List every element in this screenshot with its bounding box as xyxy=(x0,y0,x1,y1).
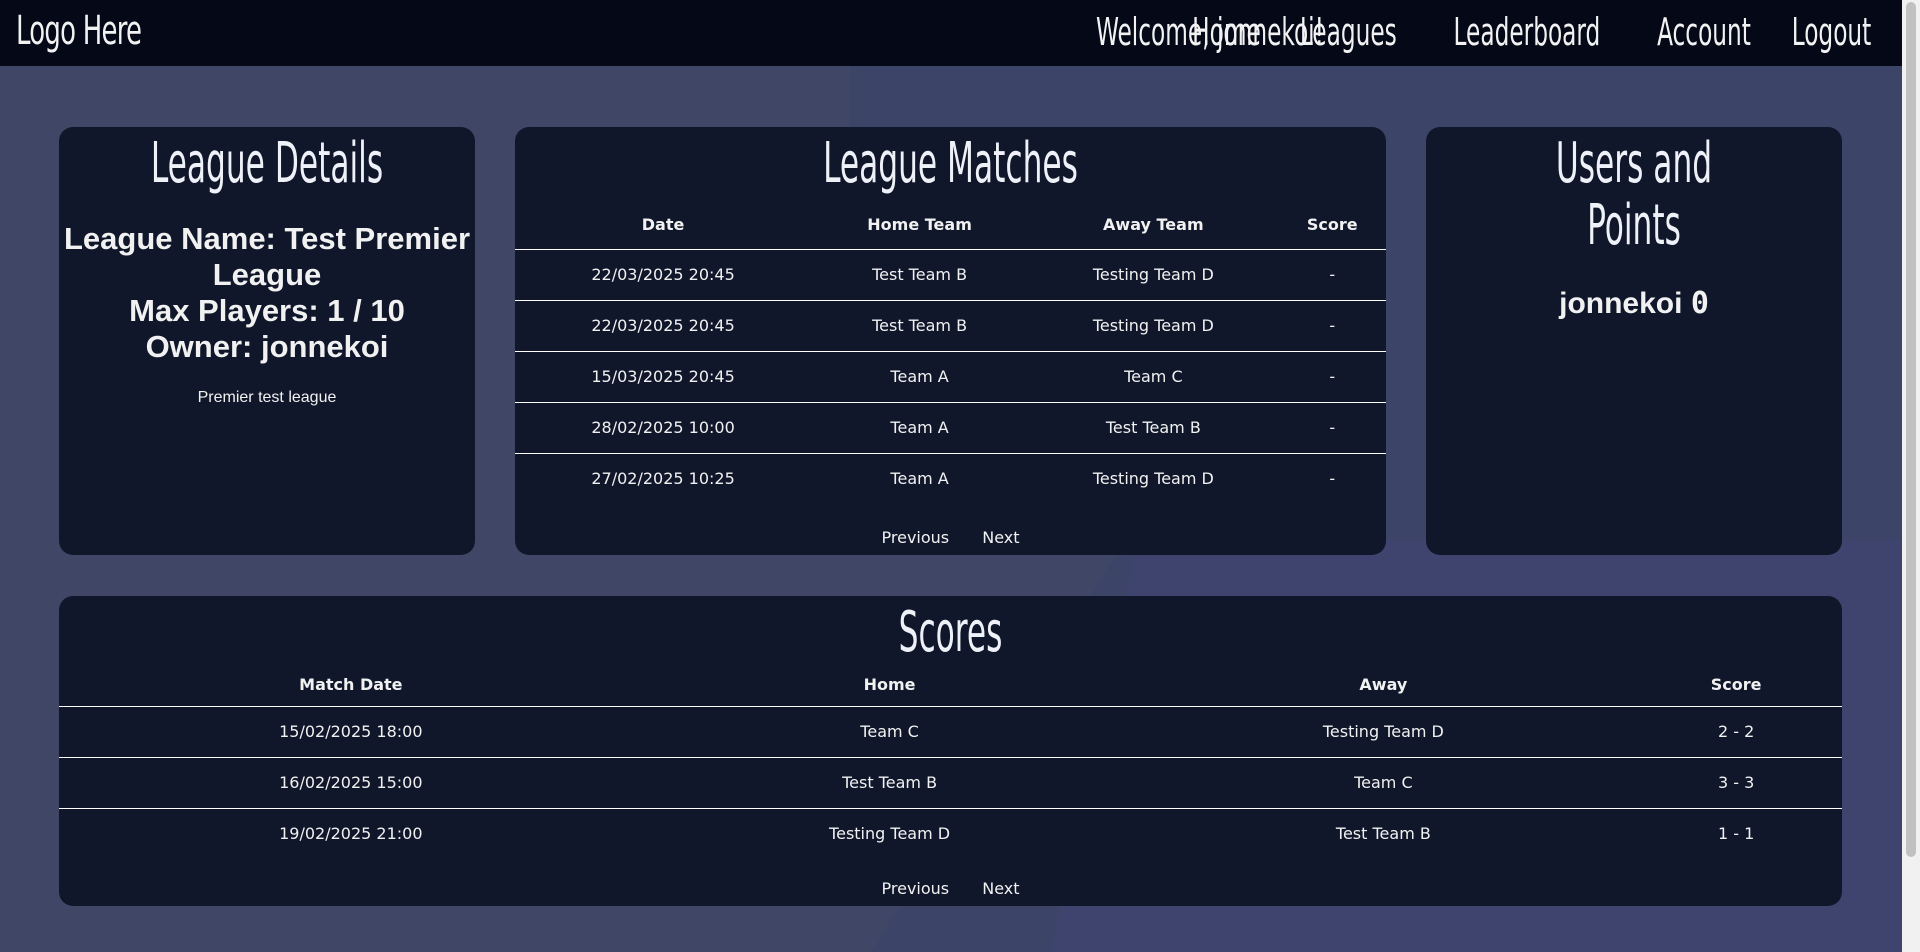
league-max-players: Max Players: 1 / 10 xyxy=(129,292,405,328)
league-matches-table: Date Home Team Away Team Score 22/03/202… xyxy=(515,201,1386,504)
score-away-team: Testing Team D xyxy=(1136,705,1631,758)
score-match-date: 16/02/2025 15:00 xyxy=(59,756,643,809)
score-away-team: Team C xyxy=(1136,756,1631,809)
users-and-points-panel: Users and Points jonnekoi 0 xyxy=(1426,127,1842,555)
score-match-date: 15/02/2025 18:00 xyxy=(59,705,643,758)
matches-previous-button[interactable]: Previous xyxy=(882,528,950,547)
column-header-home: Home xyxy=(863,675,916,695)
match-score: - xyxy=(1278,299,1386,352)
match-away-team: Test Team B xyxy=(1028,401,1279,454)
match-score: - xyxy=(1278,401,1386,454)
league-name: League Name: Test Premier League xyxy=(63,220,471,292)
score-result: 3 - 3 xyxy=(1630,756,1842,809)
league-description: Premier test league xyxy=(197,388,337,406)
score-match-date: 19/02/2025 21:00 xyxy=(59,807,643,859)
table-row: 22/03/2025 20:45 Test Team B Testing Tea… xyxy=(515,248,1386,301)
score-home-team: Testing Team D xyxy=(642,807,1137,859)
score-home-team: Test Team B xyxy=(642,756,1137,809)
match-away-team: Team C xyxy=(1028,350,1279,403)
user-name: jonnekoi xyxy=(1559,287,1683,321)
scores-panel: Scores Match Date Home Away Score 15/02/… xyxy=(59,596,1842,906)
column-header-score: Score xyxy=(1306,215,1358,235)
scrollbar-thumb[interactable] xyxy=(1906,2,1916,857)
column-header-score: Score xyxy=(1710,675,1762,695)
league-owner: Owner: jonnekoi xyxy=(145,328,389,364)
match-home-team: Team A xyxy=(811,350,1029,403)
scores-pagination: Previous Next xyxy=(59,879,1842,898)
match-home-team: Team A xyxy=(811,401,1029,454)
score-result: 1 - 1 xyxy=(1630,807,1842,859)
match-home-team: Team A xyxy=(811,452,1029,504)
table-row: 15/02/2025 18:00 Team C Testing Team D 2… xyxy=(59,705,1842,758)
score-away-team: Test Team B xyxy=(1136,807,1631,859)
match-away-team: Testing Team D xyxy=(1028,248,1279,301)
scores-previous-button[interactable]: Previous xyxy=(882,879,950,898)
match-away-team: Testing Team D xyxy=(1028,452,1279,504)
nav-leaderboard-link[interactable]: Leaderboard xyxy=(1454,10,1601,54)
matches-next-button[interactable]: Next xyxy=(982,528,1019,547)
column-header-match-date: Match Date xyxy=(299,675,403,695)
league-matches-title: League Matches xyxy=(823,131,1078,196)
column-header-date: Date xyxy=(641,215,685,235)
table-row: 27/02/2025 10:25 Team A Testing Team D - xyxy=(515,452,1386,504)
match-away-team: Testing Team D xyxy=(1028,299,1279,352)
user-points-entry: jonnekoi 0 xyxy=(1426,286,1842,321)
column-header-away-team: Away Team xyxy=(1103,215,1204,235)
table-row: 28/02/2025 10:00 Team A Test Team B - xyxy=(515,401,1386,454)
match-score: - xyxy=(1278,452,1386,504)
league-details-panel: League Details League Name: Test Premier… xyxy=(59,127,475,555)
match-home-team: Test Team B xyxy=(811,248,1029,301)
nav-home-link[interactable]: Home xyxy=(1192,10,1261,54)
logo[interactable]: Logo Here xyxy=(16,8,142,54)
match-score: - xyxy=(1278,350,1386,403)
league-details-title: League Details xyxy=(150,131,384,196)
column-header-home-team: Home Team xyxy=(867,215,972,235)
user-points: 0 xyxy=(1690,286,1709,322)
score-result: 2 - 2 xyxy=(1630,705,1842,758)
match-home-team: Test Team B xyxy=(811,299,1029,352)
scores-table: Match Date Home Away Score 15/02/2025 18… xyxy=(59,664,1842,859)
table-row: 15/03/2025 20:45 Team A Team C - xyxy=(515,350,1386,403)
nav-logout-link[interactable]: Logout xyxy=(1792,10,1872,54)
league-info: League Name: Test Premier League Max Pla… xyxy=(59,221,475,365)
match-date: 22/03/2025 20:45 xyxy=(515,299,812,352)
top-nav-bar: Logo Here Welcome, jonnekoi! Home League… xyxy=(0,0,1902,66)
page-scrollbar[interactable] xyxy=(1902,0,1920,952)
nav-account-link[interactable]: Account xyxy=(1657,10,1751,54)
score-home-team: Team C xyxy=(642,705,1137,758)
scores-title: Scores xyxy=(898,600,1003,665)
main-nav: Home Leagues Leaderboard Account Logout xyxy=(1192,10,1874,54)
match-date: 27/02/2025 10:25 xyxy=(515,452,812,504)
table-row: 16/02/2025 15:00 Test Team B Team C 3 - … xyxy=(59,756,1842,809)
users-and-points-title: Users and Points xyxy=(1555,131,1713,258)
column-header-away: Away xyxy=(1359,675,1408,695)
table-row: 22/03/2025 20:45 Test Team B Testing Tea… xyxy=(515,299,1386,352)
match-score: - xyxy=(1278,248,1386,301)
match-date: 15/03/2025 20:45 xyxy=(515,350,812,403)
table-row: 19/02/2025 21:00 Testing Team D Test Tea… xyxy=(59,807,1842,859)
match-date: 22/03/2025 20:45 xyxy=(515,248,812,301)
matches-pagination: Previous Next xyxy=(515,528,1386,547)
league-matches-panel: League Matches Date Home Team Away Team … xyxy=(515,127,1386,555)
nav-leagues-link[interactable]: Leagues xyxy=(1299,10,1396,54)
match-date: 28/02/2025 10:00 xyxy=(515,401,812,454)
scores-next-button[interactable]: Next xyxy=(982,879,1019,898)
